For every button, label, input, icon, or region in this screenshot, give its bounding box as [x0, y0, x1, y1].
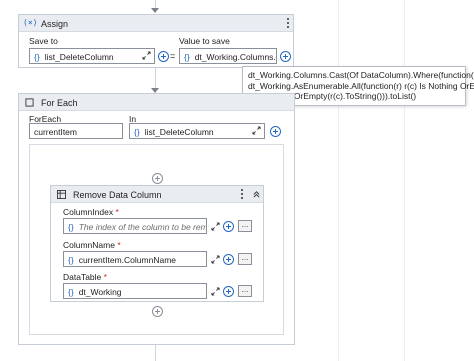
column-index-field[interactable]: {} The index of the column to be removec: [63, 218, 207, 234]
designer-gutter-line-2: [404, 0, 405, 361]
foreach-title: For Each: [41, 98, 78, 108]
more-options-button[interactable]: ...: [238, 220, 252, 232]
designer-gutter-line-1: [338, 0, 339, 361]
remove-data-column-activity[interactable]: Remove Data Column ColumnIndex * {} The i…: [50, 185, 264, 302]
expression-icon: {}: [68, 287, 74, 297]
foreach-header[interactable]: For Each: [19, 94, 294, 111]
collapse-icon[interactable]: [252, 190, 261, 199]
save-to-label: Save to: [29, 36, 58, 46]
value-to-save-value: dt_Working.Columns.C: [194, 52, 277, 62]
flow-connector-bottom: [155, 345, 156, 361]
tooltip-line-1: dt_Working.Columns.Cast(Of DataColumn).W…: [248, 70, 474, 80]
column-index-placeholder: The index of the column to be removec: [78, 222, 207, 232]
save-to-field[interactable]: {} list_DeleteColumn: [29, 48, 155, 64]
expand-editor-icon[interactable]: [211, 255, 220, 264]
kebab-menu-icon[interactable]: [241, 189, 244, 200]
add-circle-icon[interactable]: [223, 286, 234, 297]
value-to-save-label: Value to save: [179, 36, 230, 46]
column-name-label: ColumnName *: [63, 240, 121, 250]
column-name-value: currentItem.ColumnName: [78, 255, 176, 265]
remove-data-column-title: Remove Data Column: [73, 190, 162, 200]
column-name-field[interactable]: {} currentItem.ColumnName: [63, 251, 207, 267]
assign-equals-sign: =: [170, 51, 176, 61]
expression-icon: {}: [68, 255, 74, 265]
foreach-icon: [25, 98, 34, 107]
value-to-save-field[interactable]: {} dt_Working.Columns.C: [179, 48, 277, 64]
assign-activity[interactable]: (×) Assign Save to {} list_DeleteColumn =…: [18, 14, 294, 68]
expression-icon: {}: [34, 52, 40, 62]
datatable-label: DataTable *: [63, 272, 107, 282]
more-options-button[interactable]: ...: [238, 285, 252, 297]
expand-editor-icon[interactable]: [142, 51, 151, 60]
datatable-field[interactable]: {} dt_Working: [63, 283, 207, 299]
kebab-menu-icon[interactable]: [287, 18, 290, 29]
in-collection-field[interactable]: {} list_DeleteColumn: [129, 123, 265, 139]
assign-icon: (×): [23, 18, 38, 27]
remove-data-column-icon: [57, 190, 66, 199]
tooltip-line-2: dt_Working.AsEnumerable.All(function(r) …: [248, 80, 474, 91]
remove-data-column-header[interactable]: Remove Data Column: [51, 186, 263, 203]
more-options-button[interactable]: ...: [238, 253, 252, 265]
add-circle-icon[interactable]: [280, 51, 291, 62]
required-marker: *: [117, 240, 121, 250]
assign-title: Assign: [41, 19, 69, 29]
expression-icon: {}: [134, 127, 140, 137]
flow-arrow-top: [151, 8, 159, 13]
save-to-value: list_DeleteColumn: [44, 52, 114, 62]
expand-editor-icon[interactable]: [252, 126, 261, 135]
assign-header[interactable]: (×) Assign: [19, 15, 293, 32]
add-circle-icon[interactable]: [223, 254, 234, 265]
column-index-label: ColumnIndex *: [63, 207, 119, 217]
foreach-activity[interactable]: For Each ForEach currentItem In {} list_D…: [18, 93, 295, 345]
expand-editor-icon[interactable]: [211, 287, 220, 296]
add-circle-icon[interactable]: [158, 51, 169, 62]
add-circle-icon[interactable]: [223, 221, 234, 232]
add-activity-icon[interactable]: [152, 173, 163, 184]
datatable-value: dt_Working: [78, 287, 122, 297]
expand-editor-icon[interactable]: [211, 222, 220, 231]
required-marker: *: [115, 207, 119, 217]
in-collection-value: list_DeleteColumn: [144, 127, 214, 137]
expression-icon: {}: [68, 222, 74, 232]
required-marker: *: [103, 272, 107, 282]
foreach-variable-field[interactable]: currentItem: [29, 123, 123, 139]
expression-icon: {}: [184, 52, 190, 62]
add-activity-icon[interactable]: [152, 306, 163, 317]
foreach-body: Remove Data Column ColumnIndex * {} The i…: [29, 144, 284, 335]
foreach-variable-value: currentItem: [34, 127, 77, 137]
add-circle-icon[interactable]: [270, 126, 281, 137]
